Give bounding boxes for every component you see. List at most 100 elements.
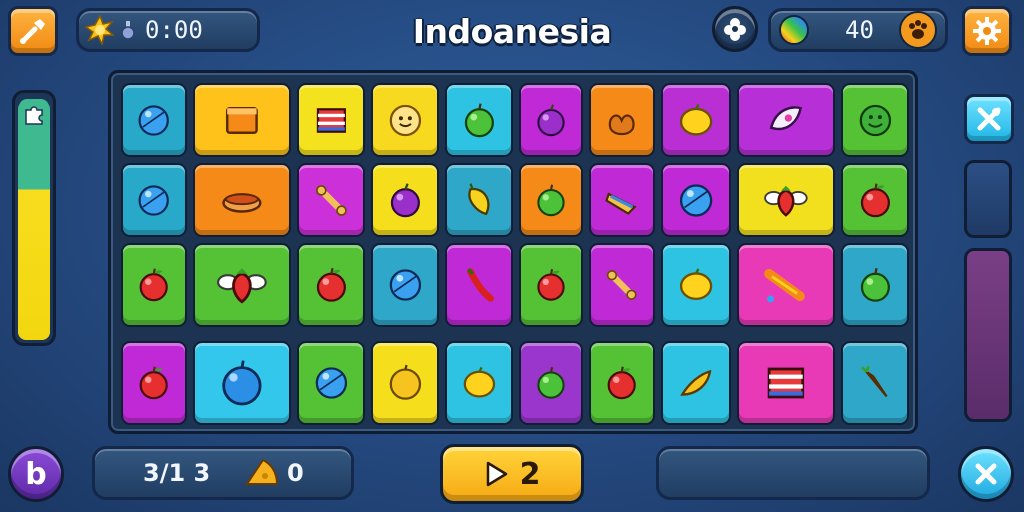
board-tile[interactable] — [519, 243, 583, 327]
score-value: 40 — [845, 16, 874, 44]
board-tile[interactable] — [737, 341, 835, 425]
board-tile[interactable] — [371, 83, 439, 157]
green-smiley-icon — [859, 104, 891, 136]
score-panel: 40 — [768, 8, 948, 52]
board-tile[interactable] — [589, 243, 655, 327]
board-tile[interactable] — [371, 341, 439, 425]
red-chili-icon — [466, 268, 494, 302]
board-tile[interactable] — [445, 341, 513, 425]
board-tile[interactable] — [121, 341, 187, 425]
red-apple-icon — [607, 366, 637, 400]
tools-button[interactable] — [8, 6, 58, 56]
board-tile[interactable] — [297, 341, 365, 425]
power-meter-fill — [18, 101, 50, 340]
level-title: Indoanesia — [412, 12, 612, 51]
blue-ball-icon — [138, 184, 170, 216]
collect-value: 0 — [287, 459, 304, 487]
green-apple-icon — [464, 102, 494, 137]
bone-icon — [315, 184, 347, 216]
board-tile[interactable] — [661, 163, 731, 237]
puzzle-icon — [25, 106, 43, 125]
bone-icon — [607, 270, 637, 300]
board-tile[interactable] — [589, 341, 655, 425]
board-tile[interactable] — [297, 163, 365, 237]
board-tile[interactable] — [519, 163, 583, 237]
board-tile[interactable] — [371, 243, 439, 327]
board-tile[interactable] — [297, 243, 365, 327]
close-icon — [975, 463, 997, 485]
lemon-icon — [463, 366, 495, 398]
blue-ball-icon — [389, 269, 421, 301]
board-tile[interactable] — [519, 341, 583, 425]
striped-candy-icon — [767, 367, 805, 399]
settings-button[interactable] — [962, 6, 1012, 56]
board-tile[interactable] — [737, 163, 835, 237]
board-tile[interactable] — [445, 243, 513, 327]
board-tile[interactable] — [661, 341, 731, 425]
blue-ball-icon — [138, 104, 170, 136]
winged-strawberry-icon — [764, 185, 808, 217]
purple-plum-icon — [537, 103, 565, 136]
board-tile[interactable] — [193, 341, 291, 425]
green-apple-icon — [537, 367, 565, 399]
settings-cluster-button[interactable] — [712, 6, 758, 52]
red-apple-icon — [139, 366, 169, 400]
b-badge-label: b — [25, 456, 47, 492]
side-slot-purple — [964, 248, 1012, 422]
striped-candy-icon — [316, 107, 346, 133]
board-tile[interactable] — [841, 243, 909, 327]
rainbow-orb-icon — [779, 15, 809, 45]
board-tile[interactable] — [445, 163, 513, 237]
paw-badge[interactable] — [899, 11, 937, 49]
sun-badge-icon — [85, 15, 115, 45]
purple-plum-icon — [390, 182, 420, 217]
lemon-icon — [679, 268, 713, 301]
board-tile[interactable] — [121, 83, 187, 157]
paw-icon — [909, 20, 927, 39]
board-tile[interactable] — [841, 163, 909, 237]
message-bar — [656, 446, 930, 500]
board-tile[interactable] — [661, 83, 731, 157]
cross-tools-icon — [977, 107, 1001, 131]
board-tile[interactable] — [193, 83, 291, 157]
rocket-icon — [769, 105, 803, 130]
cheese-icon — [245, 458, 279, 485]
shuffle-button[interactable] — [964, 94, 1014, 144]
red-apple-icon — [537, 269, 565, 301]
board-tile[interactable] — [841, 341, 909, 425]
meter-cap — [19, 99, 49, 129]
sandwich-icon — [605, 191, 637, 215]
board-tile[interactable] — [121, 163, 187, 237]
green-apple-icon — [537, 184, 565, 216]
hot-dog-icon — [222, 192, 262, 213]
red-apple-icon — [139, 268, 169, 302]
green-apple-icon — [860, 267, 890, 302]
board-tile[interactable] — [737, 243, 835, 327]
board-tile[interactable] — [737, 83, 835, 157]
play-button-label: 2 — [519, 456, 541, 492]
clover-icon — [724, 18, 746, 41]
board-tile[interactable] — [193, 243, 291, 327]
board-tile[interactable] — [661, 243, 731, 327]
board-tile[interactable] — [121, 243, 187, 327]
blue-apple-icon — [222, 360, 262, 406]
board-tile[interactable] — [519, 83, 583, 157]
gear-icon — [973, 17, 1001, 45]
board-tile[interactable] — [841, 83, 909, 157]
blue-ball-icon — [315, 367, 347, 399]
side-slot-blue — [964, 160, 1012, 238]
smiley-candy-icon — [389, 104, 421, 136]
board-tile[interactable] — [589, 83, 655, 157]
board-tile[interactable] — [193, 163, 291, 237]
board-tile[interactable] — [445, 83, 513, 157]
banana-icon — [680, 369, 712, 396]
b-badge-button[interactable]: b — [8, 446, 64, 502]
close-button[interactable] — [958, 446, 1014, 502]
board-tile[interactable] — [589, 163, 655, 237]
moves-value: 3/1 3 — [143, 459, 211, 487]
play-button[interactable]: 2 — [440, 444, 584, 504]
pretzel-icon — [609, 114, 635, 135]
board-tile[interactable] — [297, 83, 365, 157]
wrench-icon — [20, 19, 45, 44]
board-tile[interactable] — [371, 163, 439, 237]
